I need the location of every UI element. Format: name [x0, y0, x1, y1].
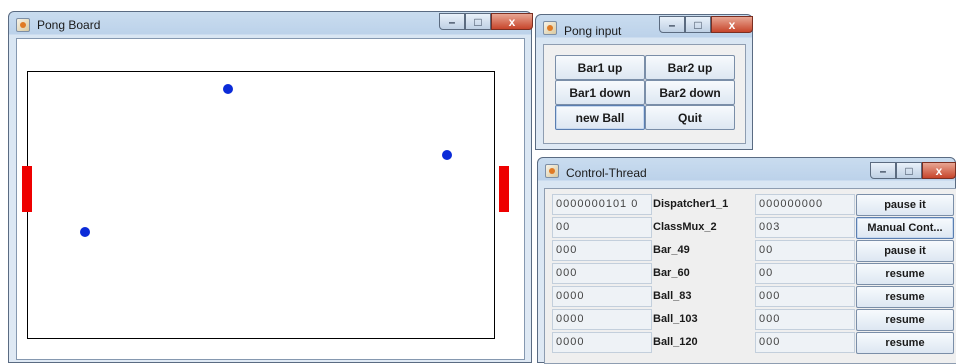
queue-field: 00 [755, 263, 855, 284]
java-app-icon [543, 21, 557, 35]
window-title: Pong Board [37, 18, 101, 32]
close-button[interactable]: x [711, 16, 753, 33]
title-bar[interactable]: Pong input – □ x [536, 15, 753, 41]
maximize-button[interactable]: □ [465, 13, 491, 30]
thread-name: Ball_103 [653, 313, 698, 325]
ball [80, 227, 90, 237]
minimize-icon: – [448, 15, 456, 29]
resume-button[interactable]: resume [856, 332, 954, 354]
resume-button[interactable]: resume [856, 263, 954, 285]
java-app-icon [545, 164, 559, 178]
bar1-up-button[interactable]: Bar1 up [555, 55, 645, 80]
ball [442, 150, 452, 160]
counter-field: 000 [552, 263, 652, 284]
java-app-icon [16, 18, 30, 32]
input-panel: Bar1 up Bar2 up Bar1 down Bar2 down new … [543, 44, 746, 144]
maximize-icon: □ [905, 164, 913, 178]
manual-control-button[interactable]: Manual Cont... [856, 217, 954, 239]
quit-button[interactable]: Quit [645, 105, 735, 130]
thread-name: Ball_83 [653, 290, 692, 302]
thread-table: 0000000101 0 Dispatcher1_1 000000000 pau… [544, 188, 956, 364]
thread-name: Dispatcher1_1 [653, 198, 729, 210]
control-thread-window: Control-Thread – □ x 0000000101 0 Dispat… [537, 157, 956, 364]
close-icon: x [935, 164, 943, 178]
maximize-icon: □ [474, 15, 482, 29]
bar2-down-button[interactable]: Bar2 down [645, 80, 735, 105]
maximize-icon: □ [694, 18, 702, 32]
counter-field: 0000 [552, 332, 652, 353]
minimize-icon: – [879, 164, 887, 178]
queue-field: 00 [755, 240, 855, 261]
close-button[interactable]: x [491, 13, 533, 30]
queue-field: 003 [755, 217, 855, 238]
maximize-button[interactable]: □ [896, 162, 922, 179]
window-title: Pong input [564, 24, 622, 38]
queue-field: 000000000 [755, 194, 855, 215]
counter-field: 0000 [552, 286, 652, 307]
minimize-button[interactable]: – [439, 13, 465, 30]
minimize-button[interactable]: – [870, 162, 896, 179]
court-border [27, 71, 495, 339]
thread-name: Ball_120 [653, 336, 698, 348]
ball [223, 84, 233, 94]
queue-field: 000 [755, 309, 855, 330]
new-ball-button[interactable]: new Ball [555, 105, 645, 130]
title-bar[interactable]: Control-Thread – □ x [538, 158, 956, 184]
queue-field: 000 [755, 332, 855, 353]
thread-name: ClassMux_2 [653, 221, 717, 233]
pong-input-window: Pong input – □ x Bar1 up Bar2 up Bar1 do… [535, 14, 753, 150]
thread-name: Bar_49 [653, 244, 690, 256]
queue-field: 000 [755, 286, 855, 307]
counter-field: 0000000101 0 [552, 194, 652, 215]
counter-field: 0000 [552, 309, 652, 330]
pause-it-button[interactable]: pause it [856, 194, 954, 216]
maximize-button[interactable]: □ [685, 16, 711, 33]
resume-button[interactable]: resume [856, 286, 954, 308]
counter-field: 00 [552, 217, 652, 238]
bar2-up-button[interactable]: Bar2 up [645, 55, 735, 80]
bar1-down-button[interactable]: Bar1 down [555, 80, 645, 105]
close-icon: x [508, 15, 516, 29]
close-button[interactable]: x [922, 162, 956, 179]
left-paddle [22, 166, 32, 212]
resume-button[interactable]: resume [856, 309, 954, 331]
counter-field: 000 [552, 240, 652, 261]
minimize-icon: – [668, 18, 676, 32]
board-canvas [16, 38, 525, 360]
minimize-button[interactable]: – [659, 16, 685, 33]
right-paddle [499, 166, 509, 212]
title-bar[interactable]: Pong Board – □ x [9, 12, 533, 38]
pause-it-button[interactable]: pause it [856, 240, 954, 262]
pong-board-window: Pong Board – □ x [8, 11, 533, 363]
close-icon: x [728, 18, 736, 32]
window-title: Control-Thread [566, 166, 647, 180]
thread-name: Bar_60 [653, 267, 690, 279]
